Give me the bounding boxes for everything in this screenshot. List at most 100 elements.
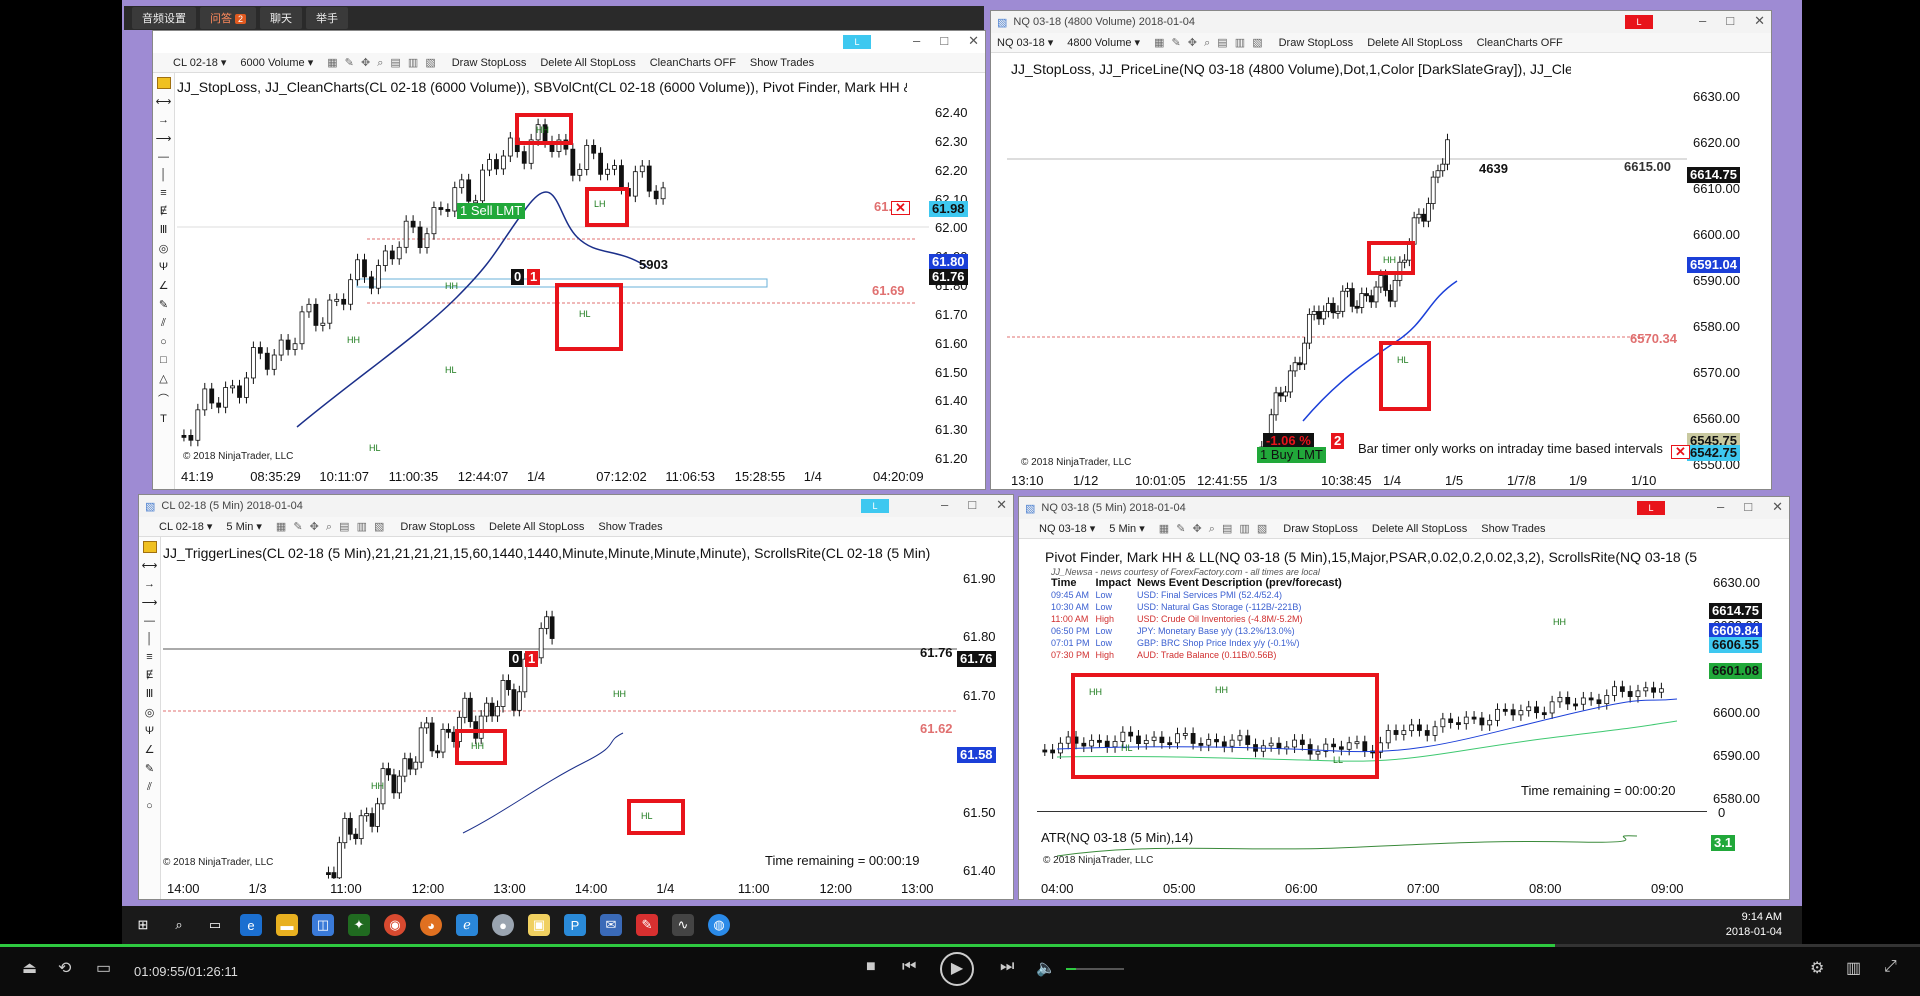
time-axis[interactable]: 04:00 05:00 06:00 07:00 08:00 09:00 (1037, 879, 1707, 899)
eject-icon[interactable]: ⏏ (22, 958, 37, 978)
instrument-selector[interactable]: NQ 03-18 ▾ (997, 36, 1053, 49)
close-icon[interactable]: ✕ (996, 497, 1007, 513)
close-icon[interactable]: ✕ (1754, 13, 1765, 29)
tab-raise-hand[interactable]: 举手 (306, 7, 349, 29)
delete-stoploss-button[interactable]: Delete All StopLoss (1367, 37, 1462, 49)
channel-icon[interactable]: ⫽ (147, 781, 152, 794)
drawing-tools-icons[interactable]: ▦ ✎ ✥ ⌕ ▤ ▥ ▧ (1154, 36, 1265, 50)
stop-icon[interactable]: ■ (866, 958, 876, 976)
vertical-line-icon[interactable]: │ (146, 633, 153, 645)
draw-stoploss-button[interactable]: Draw StopLoss (1283, 523, 1358, 535)
arrow-right-icon[interactable]: → (158, 114, 169, 126)
app-icon-4[interactable]: ✉ (600, 914, 622, 936)
fullscreen-icon[interactable]: ⤢ (1884, 958, 1897, 976)
angle-icon[interactable]: ∠ (145, 743, 155, 756)
triangle-icon[interactable]: △ (159, 372, 167, 385)
channel-icon[interactable]: ⫽ (161, 317, 166, 330)
maximize-icon[interactable]: □ (1726, 13, 1734, 29)
ellipse-icon[interactable]: ○ (146, 800, 153, 812)
firefox-icon[interactable]: ◕ (420, 914, 442, 936)
delete-stoploss-button[interactable]: Delete All StopLoss (1372, 523, 1467, 535)
arrow-tool-icon[interactable]: ⟷ (156, 95, 172, 108)
store-icon[interactable]: ◫ (312, 914, 334, 936)
maximize-icon[interactable]: □ (1744, 499, 1752, 515)
price-chart-plot[interactable] (163, 563, 957, 879)
fib-icon[interactable]: Ɇ (146, 669, 153, 681)
buy-limit-order[interactable]: 1 Buy LMT (1257, 447, 1326, 463)
app-icon-7[interactable]: ◍ (708, 914, 730, 936)
ellipse-icon[interactable]: ○ (160, 336, 167, 348)
link-button[interactable]: L (1625, 15, 1653, 29)
edge-icon[interactable]: e (240, 914, 262, 936)
arc-icon[interactable]: ⌒ (158, 391, 169, 407)
drawing-tools-icons[interactable]: ▦ ✎ ✥ ⌕ ▤ ▥ ▧ (1159, 522, 1270, 536)
bars-icon[interactable]: Ⅲ (146, 687, 154, 700)
pitchfork-icon[interactable]: Ψ (145, 725, 154, 737)
previous-icon[interactable]: ⏮ (902, 958, 916, 976)
show-trades-button[interactable]: Show Trades (1481, 523, 1545, 535)
draw-stoploss-button[interactable]: Draw StopLoss (400, 521, 475, 533)
taskbar-clock[interactable]: 9:14 AM 2018-01-04 (1726, 910, 1782, 940)
minimize-icon[interactable]: – (941, 497, 948, 513)
draw-stoploss-button[interactable]: Draw StopLoss (452, 57, 527, 69)
search-icon[interactable]: ⌕ (168, 914, 190, 936)
interval-selector[interactable]: 5 Min ▾ (226, 520, 261, 533)
delete-stoploss-button[interactable]: Delete All StopLoss (540, 57, 635, 69)
time-axis[interactable]: 13:10 1/12 10:01:05 12:41:55 1/3 10:38:45 1/4 1… (1007, 471, 1687, 489)
instrument-selector[interactable]: CL 02-18 ▾ (173, 56, 226, 69)
link-button[interactable]: L (1637, 501, 1665, 515)
cancel-order-icon[interactable]: ✕ (1671, 445, 1690, 459)
folder-icon[interactable] (142, 541, 157, 553)
draw-stoploss-button[interactable]: Draw StopLoss (1279, 37, 1354, 49)
price-axis[interactable]: 6630.00 6620.00 6610.00 6600.00 6590.00 6580.… (1687, 81, 1743, 473)
tab-audio-settings[interactable]: 音频设置 (132, 7, 196, 29)
pen-icon[interactable]: ✎ (145, 762, 154, 775)
maximize-icon[interactable]: □ (968, 497, 976, 513)
volume-slider[interactable] (1066, 968, 1124, 970)
cancel-order-icon[interactable]: ✕ (891, 201, 910, 215)
ninjatrader-icon[interactable]: ✦ (348, 914, 370, 936)
maximize-icon[interactable]: □ (940, 33, 948, 49)
cleancharts-button[interactable]: CleanCharts OFF (1477, 37, 1563, 49)
task-view-icon[interactable]: ▭ (204, 914, 226, 936)
rectangle-icon[interactable]: □ (160, 354, 167, 366)
next-icon[interactable]: ⏭ (1000, 958, 1014, 976)
delete-stoploss-button[interactable]: Delete All StopLoss (489, 521, 584, 533)
sell-limit-order[interactable]: 1 Sell LMT (457, 203, 526, 219)
start-icon[interactable]: ⊞ (132, 914, 154, 936)
interval-selector[interactable]: 4800 Volume ▾ (1067, 36, 1140, 49)
minimize-icon[interactable]: – (1699, 13, 1706, 29)
subtitle-icon[interactable]: ▭ (96, 958, 111, 978)
ray-icon[interactable]: — (158, 151, 169, 163)
arrow-right-icon[interactable]: → (144, 578, 155, 590)
drawing-tools-icons[interactable]: ▦ ✎ ✥ ⌕ ▤ ▥ ▧ (327, 56, 438, 70)
link-button[interactable]: L (861, 499, 889, 513)
app-icon-6[interactable]: ∿ (672, 914, 694, 936)
playback-progress[interactable] (0, 944, 1920, 947)
arrow-tool-icon[interactable]: ⟷ (142, 559, 158, 572)
instrument-selector[interactable]: CL 02-18 ▾ (159, 520, 212, 533)
vertical-line-icon[interactable]: │ (160, 169, 167, 181)
close-icon[interactable]: ✕ (1772, 499, 1783, 515)
minimize-icon[interactable]: – (913, 33, 920, 49)
playlist-icon[interactable]: ▥ (1846, 958, 1861, 978)
play-icon[interactable]: ▶ (940, 952, 974, 986)
price-axis[interactable]: 61.9061.8061.7061.6061.5061.40 (957, 563, 1013, 879)
angle-icon[interactable]: ∠ (159, 279, 169, 292)
gann-icon[interactable]: ◎ (159, 242, 169, 255)
chrome-icon[interactable]: ◉ (384, 914, 406, 936)
minimize-icon[interactable]: – (1717, 499, 1724, 515)
price-chart-plot[interactable] (1007, 81, 1687, 473)
interval-selector[interactable]: 6000 Volume ▾ (240, 56, 313, 69)
close-icon[interactable]: ✕ (968, 33, 979, 49)
horizontal-line-icon[interactable]: ≡ (146, 651, 152, 663)
line-tool-icon[interactable]: ⟶ (156, 132, 172, 145)
app-icon-5[interactable]: ✎ (636, 914, 658, 936)
time-axis[interactable]: 14:00 1/3 11:00 12:00 13:00 14:00 1/4 11:00 12:0… (163, 879, 957, 899)
interval-selector[interactable]: 5 Min ▾ (1109, 522, 1144, 535)
show-trades-button[interactable]: Show Trades (750, 57, 814, 69)
repeat-icon[interactable]: ⟲ (58, 958, 71, 978)
settings-icon[interactable]: ⚙ (1810, 958, 1824, 978)
show-trades-button[interactable]: Show Trades (598, 521, 662, 533)
cleancharts-button[interactable]: CleanCharts OFF (650, 57, 736, 69)
